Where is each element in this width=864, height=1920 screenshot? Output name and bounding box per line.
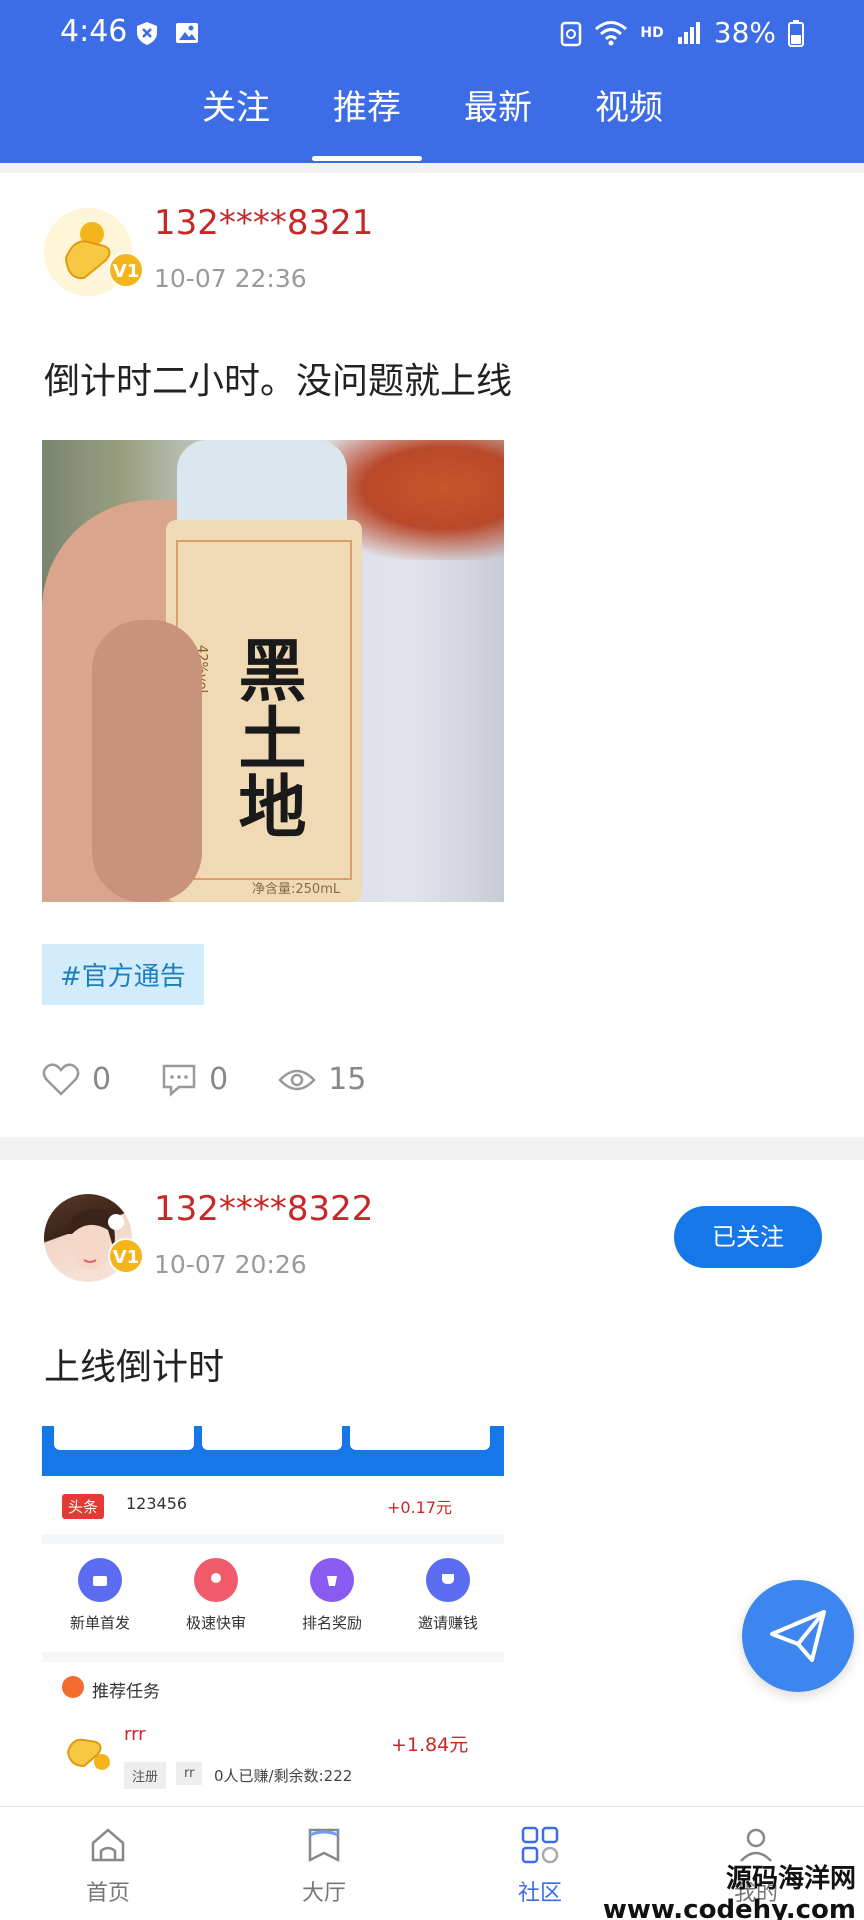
watermark-site-name: 源码海洋网 <box>725 1864 856 1894</box>
shield-icon <box>137 22 157 45</box>
post-username[interactable]: 132****8322 <box>154 1189 373 1229</box>
gallery-icon <box>176 23 198 43</box>
feed-tabs: 关注 推荐 最新 视频 <box>0 72 864 163</box>
post-timestamp: 10-07 20:26 <box>154 1250 307 1279</box>
nav-hall[interactable]: 大厅 <box>264 1825 384 1907</box>
task-amount: +1.84元 <box>391 1734 469 1756</box>
compose-button[interactable] <box>742 1580 854 1692</box>
menu-item-new-order: 新单首发 <box>50 1558 150 1633</box>
recommended-tasks-title: 推荐任务 <box>92 1682 160 1702</box>
fire-icon <box>62 1676 84 1698</box>
battery-percent: 38% <box>713 16 776 49</box>
post-image[interactable]: 头条 123456 +0.17元 新单首发 极速快审 排名奖励 邀请赚钱 推荐任… <box>42 1426 504 1806</box>
rank-reward-icon <box>310 1558 354 1602</box>
header: 4:46 HD 38% 关注 推荐 最新 视频 <box>0 0 864 163</box>
post-text: 倒计时二小时。没问题就上线 <box>44 361 513 402</box>
tab-video[interactable]: 视频 <box>569 80 689 129</box>
post-stats: 0 0 15 <box>42 1062 416 1097</box>
signal-icon <box>677 21 700 44</box>
post-image[interactable]: 42%vol 黑土地 浓香型白酒 净含量:250mL <box>42 440 504 902</box>
active-tab-indicator <box>312 156 422 161</box>
tab-latest[interactable]: 最新 <box>438 80 558 129</box>
post-text: 上线倒计时 <box>44 1347 225 1388</box>
watermark: 源码海洋网 www.codehy.com <box>603 1858 856 1920</box>
level-badge: V1 <box>108 252 144 288</box>
task-chip: 注册 <box>124 1762 167 1789</box>
headline-badge: 头条 <box>62 1494 105 1519</box>
menu-item-fast-review: 极速快审 <box>166 1558 266 1633</box>
post-username[interactable]: 132****8321 <box>154 203 373 243</box>
nav-home[interactable]: 首页 <box>48 1825 168 1907</box>
comment-icon <box>162 1064 196 1097</box>
comment-count: 0 <box>209 1062 229 1097</box>
hall-icon <box>308 1828 340 1863</box>
battery-icon <box>788 19 804 47</box>
like-button[interactable]: 0 <box>42 1062 111 1097</box>
community-icon <box>521 1826 559 1864</box>
fast-review-icon <box>194 1558 238 1602</box>
menu-item-invite-earn: 邀请赚钱 <box>398 1558 498 1633</box>
status-bar: 4:46 HD 38% <box>0 0 864 70</box>
level-badge: V1 <box>108 1238 144 1274</box>
bottle-label-title: 黑土地 <box>226 635 306 839</box>
heart-icon <box>42 1062 80 1096</box>
headline-amount: +0.17元 <box>387 1498 453 1517</box>
nav-community[interactable]: 社区 <box>480 1825 600 1907</box>
post-timestamp: 10-07 22:36 <box>154 264 307 293</box>
like-count: 0 <box>92 1062 112 1097</box>
recycle-icon <box>561 21 582 46</box>
thumbs-up-icon <box>66 1738 110 1770</box>
wifi-icon <box>595 20 628 45</box>
comment-button[interactable]: 0 <box>161 1062 228 1097</box>
task-name: rrr <box>124 1724 146 1745</box>
network-type-label: HD <box>640 24 664 41</box>
paper-plane-icon <box>770 1610 826 1662</box>
tab-follow[interactable]: 关注 <box>176 80 296 129</box>
new-order-icon <box>78 1558 122 1602</box>
status-time: 4:46 <box>60 14 128 49</box>
task-chip: rr <box>176 1762 203 1785</box>
topic-tag[interactable]: #官方通告 <box>42 944 204 1005</box>
view-count: 15 <box>328 1062 367 1097</box>
task-meta: 0人已赚/剩余数:222 <box>214 1767 353 1785</box>
view-stat: 15 <box>278 1062 366 1097</box>
home-icon <box>91 1828 125 1862</box>
invite-earn-icon <box>426 1558 470 1602</box>
bottle-label-volume: 净含量:250mL <box>252 882 341 897</box>
watermark-url: www.codehy.com <box>602 1895 856 1920</box>
eye-icon <box>278 1069 316 1090</box>
tab-recommended[interactable]: 推荐 <box>307 80 427 129</box>
headline-text: 123456 <box>126 1494 188 1513</box>
follow-button[interactable]: 已关注 <box>674 1206 822 1268</box>
menu-item-rank-reward: 排名奖励 <box>282 1558 382 1633</box>
